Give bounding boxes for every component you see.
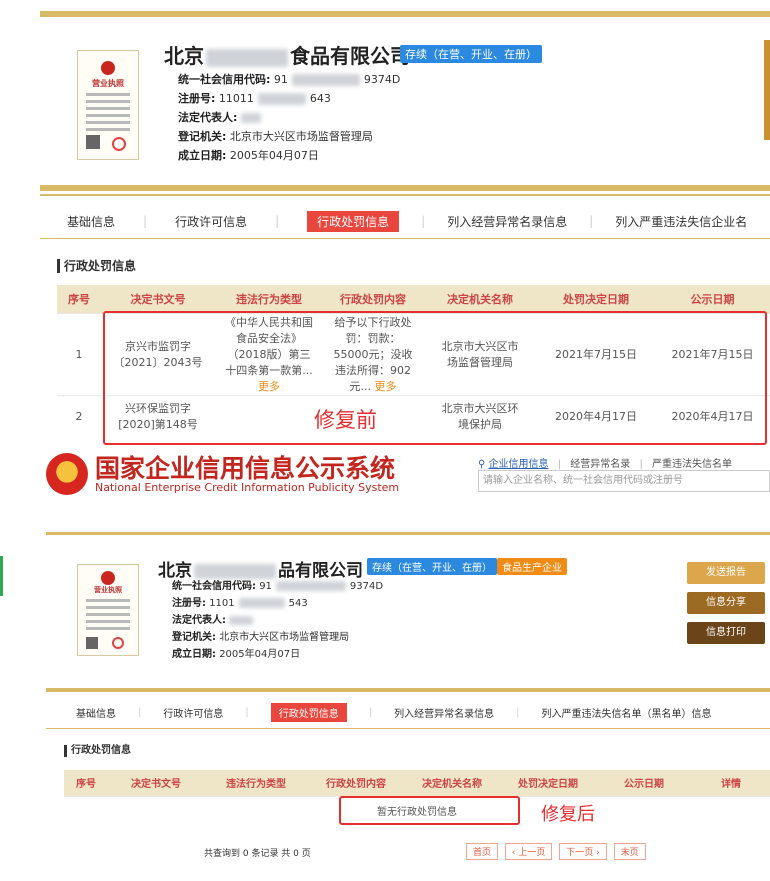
tab-admin-penalty[interactable]: 行政处罚信息 (307, 210, 400, 232)
col-decision-date: 处罚决定日期 (537, 285, 655, 313)
col-no: 序号 (64, 770, 108, 796)
bottom-tabs-border (46, 688, 770, 692)
share-info-button[interactable]: 信息分享 (687, 592, 765, 614)
col-decision-date: 处罚决定日期 (500, 770, 596, 796)
tab-basic-info[interactable]: 基础信息 (67, 213, 115, 230)
print-info-button[interactable]: 信息打印 (687, 622, 765, 644)
col-publish-date: 公示日期 (596, 770, 692, 796)
bottom-left-edge (0, 556, 3, 596)
tab-serious-violation[interactable]: 列入严重违法失信名单（黑名单）信息 (542, 705, 712, 720)
link-abnormal-list[interactable]: 经营异常名录 (570, 459, 630, 470)
col-doc: 决定书文号 (108, 770, 204, 796)
link-enterprise-credit[interactable]: 企业信用信息 (489, 459, 549, 470)
col-type: 违法行为类型 (215, 285, 323, 313)
tab-abnormal-list[interactable]: 列入经营异常名录信息 (447, 213, 567, 230)
seal-icon (112, 637, 124, 649)
redacted-name (206, 48, 288, 67)
qr-code-icon (86, 637, 98, 649)
business-license-image: 营业执照 (77, 50, 139, 160)
redacted-name (194, 563, 276, 579)
pager-summary: 共查询到 0 条记录 共 0 页 (204, 849, 311, 859)
national-emblem-icon (101, 571, 115, 585)
search-category-links: ⚲ 企业信用信息 | 经营异常名录 | 严重违法失信名单 (478, 459, 733, 470)
tab-admin-license[interactable]: 行政许可信息 (175, 213, 247, 230)
top-tab-bar: 基础信息 | 行政许可信息 | 行政处罚信息 | 列入经营异常名录信息 | 列入… (67, 210, 747, 232)
top-tabs-border-thin (40, 194, 770, 196)
col-publish-date: 公示日期 (655, 285, 770, 313)
site-subtitle: National Enterprise Credit Information P… (95, 481, 400, 494)
annotation-after: 修复后 (541, 804, 595, 825)
highlight-box-after (339, 796, 520, 825)
section-title-penalty: 行政处罚信息 (64, 745, 131, 757)
send-report-button[interactable]: 发送报告 (687, 562, 765, 584)
search-input[interactable]: 请输入企业名称、统一社会信用代码或注册号 (478, 470, 770, 492)
site-title: 国家企业信用信息公示系统 (95, 454, 396, 483)
tab-serious-violation[interactable]: 列入严重违法失信企业名 (615, 213, 747, 230)
pager-first-button[interactable]: 首页 (466, 843, 499, 860)
top-tabs-border (40, 185, 770, 191)
top-card-side-gold (764, 40, 770, 140)
col-authority: 决定机关名称 (423, 285, 537, 313)
col-detail: 详情 (692, 770, 770, 796)
annotation-before: 修复前 (314, 408, 377, 432)
pager: 首页 ‹ 上一页 下一页 › 末页 (466, 843, 650, 860)
highlight-box-before (103, 311, 767, 445)
business-license-image: 营业执照 (77, 564, 139, 656)
bottom-card-border (46, 532, 770, 535)
tab-basic-info[interactable]: 基础信息 (76, 705, 116, 720)
link-serious-violation[interactable]: 严重违法失信名单 (652, 459, 732, 470)
qr-code-icon (86, 135, 100, 149)
section-title-penalty: 行政处罚信息 (57, 259, 136, 273)
pager-last-button[interactable]: 末页 (613, 843, 646, 860)
pager-next-button[interactable]: 下一页 › (559, 843, 607, 860)
tab-abnormal-list[interactable]: 列入经营异常名录信息 (394, 705, 494, 720)
search-icon: ⚲ (478, 459, 486, 470)
col-content: 行政处罚内容 (308, 770, 404, 796)
company-name: 北京 食品有限公司 (164, 44, 410, 68)
company-info: 统一社会信用代码: 91 9374D 注册号: 11011 643 法定代表人: 登… (178, 73, 401, 162)
col-type: 违法行为类型 (204, 770, 308, 796)
license-title: 营业执照 (92, 79, 124, 88)
national-emblem-icon (101, 61, 115, 75)
col-doc: 决定书文号 (101, 285, 215, 313)
col-no: 序号 (57, 285, 101, 313)
bottom-tab-bar: 基础信息 | 行政许可信息 | 行政处罚信息 | 列入经营异常名录信息 | 列入… (76, 702, 712, 722)
col-content: 行政处罚内容 (323, 285, 423, 313)
license-title: 营业执照 (94, 586, 122, 594)
seal-icon (112, 137, 126, 151)
national-emblem-icon (46, 453, 88, 495)
status-badge: 存续（在营、开业、在册） (367, 558, 497, 575)
tab-admin-penalty[interactable]: 行政处罚信息 (270, 702, 347, 722)
company-info: 统一社会信用代码: 91 9374D 注册号: 1101 543 法定代表人: 登记… (172, 581, 384, 660)
tab-admin-license[interactable]: 行政许可信息 (163, 705, 223, 720)
status-badge: 存续（在营、开业、在册） (400, 45, 542, 63)
col-authority: 决定机关名称 (404, 770, 500, 796)
pager-prev-button[interactable]: ‹ 上一页 (504, 843, 553, 860)
top-card-border (40, 11, 770, 17)
food-producer-badge: 食品生产企业 (497, 558, 567, 575)
